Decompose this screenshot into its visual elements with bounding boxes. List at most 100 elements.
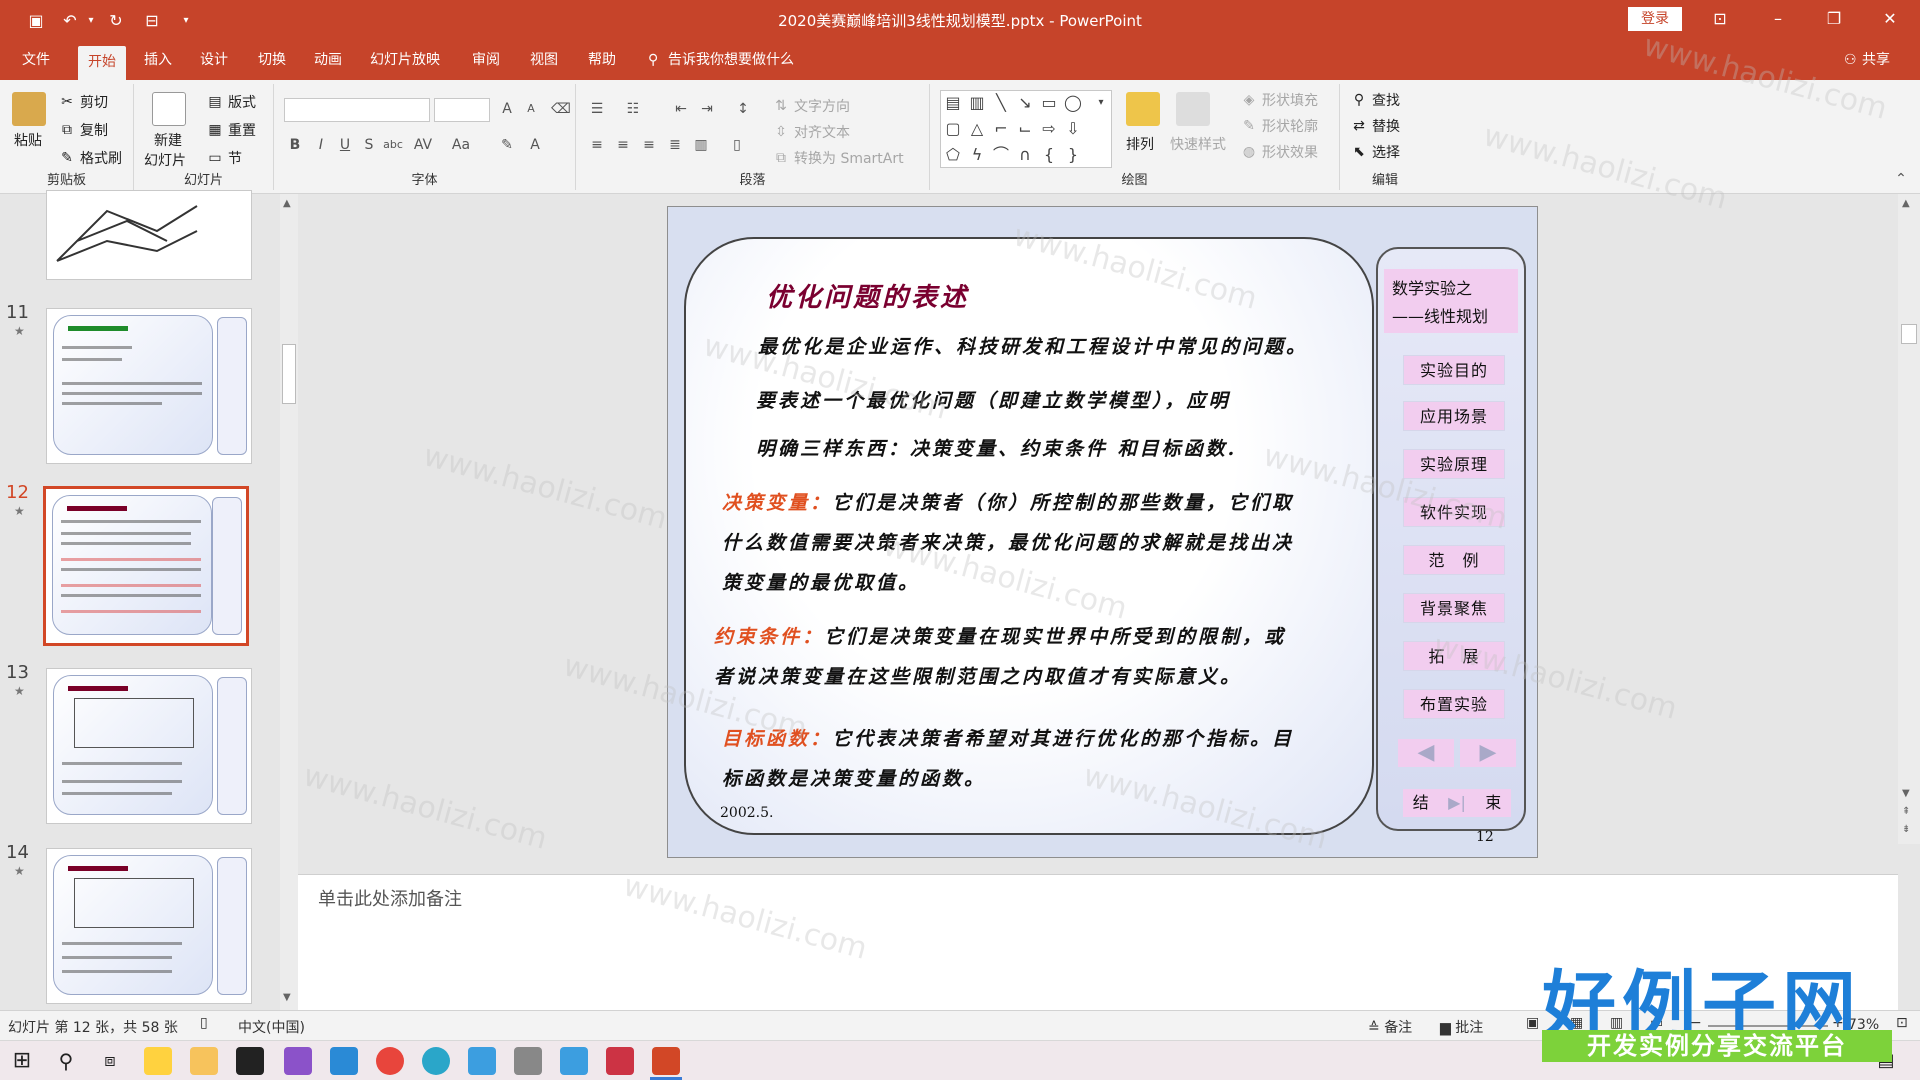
brace-right-shape-icon[interactable]: } (1063, 145, 1083, 165)
reset-button[interactable]: ▦ 重置 (206, 120, 256, 140)
gallery-more-icon[interactable]: ▾ (1091, 93, 1111, 113)
vtextbox-shape-icon[interactable]: ▥ (967, 93, 987, 113)
align-center-icon[interactable]: ≡ (612, 134, 634, 156)
shrink-font-icon[interactable]: A (520, 98, 542, 120)
tab-view[interactable]: 视图 (524, 40, 564, 80)
next-arrow-icon[interactable]: ▶ (1460, 739, 1516, 767)
underline-icon[interactable]: U (334, 134, 356, 156)
prev-slide-icon[interactable]: ⇞ (1902, 806, 1910, 817)
numbering-icon[interactable]: ☷ (622, 98, 644, 120)
scroll-thumb[interactable] (1901, 324, 1917, 344)
restore-icon[interactable]: ❐ (1806, 0, 1862, 40)
edge-icon[interactable] (422, 1047, 450, 1075)
chrome-icon[interactable] (376, 1047, 404, 1075)
shape-fill-button[interactable]: ◈ 形状填充 (1240, 90, 1318, 110)
share-button[interactable]: 共享 (1856, 40, 1896, 80)
oval-shape-icon[interactable]: ◯ (1063, 93, 1083, 113)
end-button[interactable]: 结 ▶| 束 (1403, 789, 1511, 817)
connector-shape-icon[interactable]: ⌐ (991, 119, 1011, 139)
arrange-icon[interactable] (1126, 92, 1160, 126)
task-view-icon[interactable]: ⧈ (96, 1047, 124, 1075)
accessibility-icon[interactable]: ▯ (200, 1015, 208, 1031)
cut-button[interactable]: ✂ 剪切 (58, 92, 108, 112)
ribbon-display-icon[interactable]: ⊡ (1692, 0, 1748, 40)
collapse-ribbon-icon[interactable]: ⌃ (1890, 168, 1912, 190)
tab-animations[interactable]: 动画 (308, 40, 348, 80)
tab-review[interactable]: 审阅 (466, 40, 506, 80)
bullets-icon[interactable]: ☰ (586, 98, 608, 120)
justify-icon[interactable]: ≣ (664, 134, 686, 156)
highlight-icon[interactable]: ✎ (496, 134, 518, 156)
scroll-down-icon[interactable]: ▼ (283, 992, 291, 1003)
select-button[interactable]: ⬉ 选择 (1350, 142, 1400, 162)
down-arrow-shape-icon[interactable]: ⇩ (1063, 119, 1083, 139)
prev-arrow-icon[interactable]: ◀ (1398, 739, 1454, 767)
italic-icon[interactable]: I (310, 134, 332, 156)
menu-examples[interactable]: 范 例 (1403, 545, 1505, 575)
tab-transitions[interactable]: 切换 (252, 40, 292, 80)
next-slide-icon[interactable]: ⇟ (1902, 824, 1910, 835)
thumbnails-scrollbar[interactable]: ▲ ▼ (280, 194, 298, 1010)
quick-styles-button[interactable]: 快速样式 (1170, 134, 1226, 154)
arc-shape-icon[interactable]: ⌒ (991, 145, 1011, 165)
new-slide-dropdown[interactable]: 幻灯片 (144, 150, 186, 170)
editor-scrollbar[interactable]: ▲ ▼ ⇞ ⇟ (1898, 194, 1920, 844)
scroll-down-icon[interactable]: ▼ (1902, 788, 1910, 799)
brace-left-shape-icon[interactable]: { (1039, 145, 1059, 165)
app-icon[interactable] (560, 1047, 588, 1075)
tell-me-search[interactable]: 告诉我你想要做什么 (662, 40, 800, 80)
font-name-input[interactable] (284, 98, 430, 122)
tab-home[interactable]: 开始 (78, 46, 126, 80)
rectangle-shape-icon[interactable]: ▭ (1039, 93, 1059, 113)
decrease-indent-icon[interactable]: ⇤ (670, 98, 692, 120)
find-button[interactable]: ⚲ 查找 (1350, 90, 1400, 110)
close-icon[interactable]: ✕ (1862, 0, 1918, 40)
tab-slideshow[interactable]: 幻灯片放映 (364, 40, 446, 80)
align-left-icon[interactable]: ≡ (586, 134, 608, 156)
lightning-shape-icon[interactable]: ϟ (967, 145, 987, 165)
char-spacing-icon[interactable]: AV (412, 134, 434, 156)
visual-studio-icon[interactable] (284, 1047, 312, 1075)
paste-icon[interactable] (12, 92, 46, 126)
scroll-thumb[interactable] (282, 344, 296, 404)
fit-slide-icon[interactable]: ⊡ (1896, 1015, 1908, 1031)
rounded-rect-shape-icon[interactable]: ▢ (943, 119, 963, 139)
sticky-notes-icon[interactable] (144, 1047, 172, 1075)
line-shape-icon[interactable]: ╲ (991, 93, 1011, 113)
notes-toggle[interactable]: ≙ 备注 (1368, 1017, 1412, 1037)
menu-assign-experiment[interactable]: 布置实验 (1403, 689, 1505, 719)
terminal-icon[interactable] (236, 1047, 264, 1075)
elbow-shape-icon[interactable]: ⌙ (1015, 119, 1035, 139)
paste-button[interactable]: 粘贴 (14, 130, 42, 150)
scroll-up-icon[interactable]: ▲ (1902, 198, 1910, 209)
strikethrough-icon[interactable]: abc (382, 134, 404, 156)
arrow-line-shape-icon[interactable]: ↘ (1015, 93, 1035, 113)
app-icon[interactable] (468, 1047, 496, 1075)
shapes-gallery[interactable]: ▤ ▥ ╲ ↘ ▭ ◯ ▢ △ ⌐ ⌙ ⇨ ⇩ ⬠ ϟ ⌒ ∩ { } ▾ (940, 90, 1112, 168)
pentagon-shape-icon[interactable]: ⬠ (943, 145, 963, 165)
comments-toggle[interactable]: ▆ 批注 (1440, 1017, 1483, 1037)
format-painter-button[interactable]: ✎ 格式刷 (58, 148, 122, 168)
change-case-icon[interactable]: Aa (450, 134, 472, 156)
bold-icon[interactable]: B (284, 134, 306, 156)
increase-indent-icon[interactable]: ⇥ (696, 98, 718, 120)
curve-shape-icon[interactable]: ∩ (1015, 145, 1035, 165)
right-arrow-shape-icon[interactable]: ⇨ (1039, 119, 1059, 139)
replace-button[interactable]: ⇄ 替换 (1350, 116, 1400, 136)
clear-format-icon[interactable]: ⌫ (550, 98, 572, 120)
columns-icon[interactable]: ▯ (726, 134, 748, 156)
tab-insert[interactable]: 插入 (138, 40, 178, 80)
tab-design[interactable]: 设计 (194, 40, 234, 80)
tab-help[interactable]: 帮助 (582, 40, 622, 80)
quick-styles-icon[interactable] (1176, 92, 1210, 126)
new-slide-button[interactable]: 新建 (154, 130, 182, 150)
windows-start-icon[interactable]: ⊞ (8, 1047, 36, 1075)
menu-application-scenarios[interactable]: 应用场景 (1403, 401, 1505, 431)
powerpoint-icon[interactable] (652, 1047, 680, 1075)
textbox-shape-icon[interactable]: ▤ (943, 93, 963, 113)
scroll-up-icon[interactable]: ▲ (283, 198, 291, 209)
current-slide[interactable]: 优化问题的表述 最优化是企业运作、科技研发和工程设计中常见的问题。 要表述一个最… (667, 206, 1538, 858)
text-direction-button[interactable]: ⇅ 文字方向 (772, 96, 850, 116)
distributed-icon[interactable]: ▥ (690, 134, 712, 156)
language-indicator[interactable]: 中文(中国) (238, 1017, 305, 1037)
